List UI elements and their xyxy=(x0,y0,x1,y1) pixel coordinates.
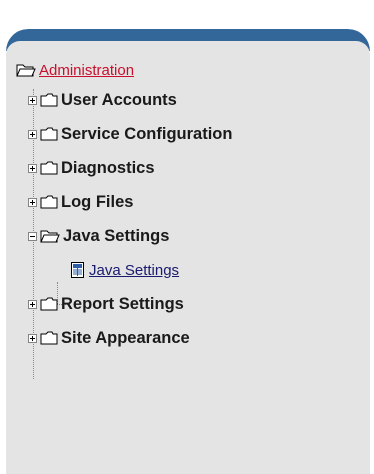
tree-root[interactable]: Administration xyxy=(16,59,134,81)
tree-item-service-configuration[interactable]: Service Configuration xyxy=(28,123,232,145)
navigation-panel: Administration User Accounts Service Con… xyxy=(6,29,370,474)
expand-icon[interactable] xyxy=(28,299,37,309)
tree-item-label: Log Files xyxy=(61,192,134,211)
expand-icon[interactable] xyxy=(28,163,37,173)
folder-open-icon xyxy=(40,228,60,244)
folder-icon xyxy=(40,331,58,345)
folder-icon xyxy=(40,297,58,311)
folder-icon xyxy=(40,161,58,175)
admin-tree: Administration User Accounts Service Con… xyxy=(6,41,370,474)
folder-icon xyxy=(40,195,58,209)
tree-item-label: User Accounts xyxy=(61,90,177,109)
tree-item-java-settings[interactable]: Java Settings xyxy=(28,225,169,247)
tree-item-label: Java Settings xyxy=(63,226,170,245)
expand-icon[interactable] xyxy=(28,129,37,139)
folder-icon xyxy=(40,127,58,141)
page-icon xyxy=(70,261,86,279)
expand-icon[interactable] xyxy=(28,197,37,207)
expand-icon[interactable] xyxy=(28,333,37,343)
tree-root-link[interactable]: Administration xyxy=(39,62,134,79)
collapse-icon[interactable] xyxy=(28,231,37,241)
tree-item-label: Service Configuration xyxy=(61,124,233,143)
tree-item-log-files[interactable]: Log Files xyxy=(28,191,133,213)
tree-item-site-appearance[interactable]: Site Appearance xyxy=(28,327,190,349)
tree-leaf-java-settings[interactable]: Java Settings xyxy=(70,259,179,281)
expand-icon[interactable] xyxy=(28,95,37,105)
folder-icon xyxy=(40,93,58,107)
tree-item-label: Report Settings xyxy=(61,294,184,313)
panel-body: Administration User Accounts Service Con… xyxy=(6,41,370,474)
tree-item-report-settings[interactable]: Report Settings xyxy=(28,293,184,315)
tree-item-label: Diagnostics xyxy=(61,158,155,177)
tree-leaf-link[interactable]: Java Settings xyxy=(89,262,179,279)
tree-item-label: Site Appearance xyxy=(61,328,190,347)
tree-item-user-accounts[interactable]: User Accounts xyxy=(28,89,177,111)
tree-item-diagnostics[interactable]: Diagnostics xyxy=(28,157,155,179)
folder-open-icon xyxy=(16,62,36,78)
